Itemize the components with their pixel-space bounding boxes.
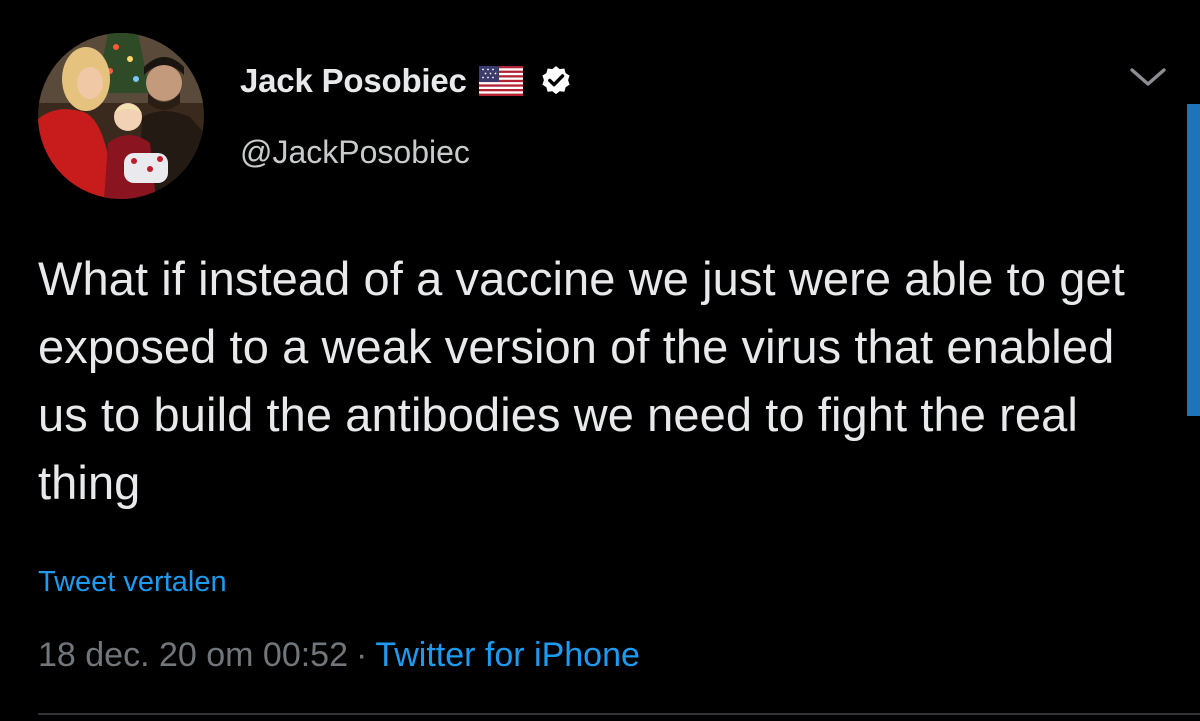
- tweet-source-link[interactable]: Twitter for iPhone: [375, 636, 640, 674]
- avatar-photo: [38, 33, 204, 199]
- meta-separator: ·: [356, 636, 368, 674]
- author-handle[interactable]: @JackPosobiec: [240, 134, 470, 171]
- author-avatar[interactable]: [38, 33, 204, 199]
- translate-tweet-link[interactable]: Tweet vertalen: [38, 566, 227, 599]
- author-display-name[interactable]: Jack Posobiec: [240, 62, 467, 100]
- tweet-text: What if instead of a vaccine we just wer…: [38, 252, 1125, 509]
- scroll-indicator[interactable]: [1187, 104, 1200, 416]
- chevron-down-icon[interactable]: [1128, 64, 1168, 90]
- tweet-meta: 18 dec. 20 om 00:52 · Twitter for iPhone: [38, 636, 640, 675]
- verified-badge-icon: [542, 66, 570, 95]
- us-flag-icon: [478, 66, 523, 96]
- author-name-row: Jack Posobiec: [240, 58, 573, 104]
- tweet-timestamp[interactable]: 18 dec. 20 om 00:52: [38, 636, 348, 674]
- divider: [38, 713, 1200, 715]
